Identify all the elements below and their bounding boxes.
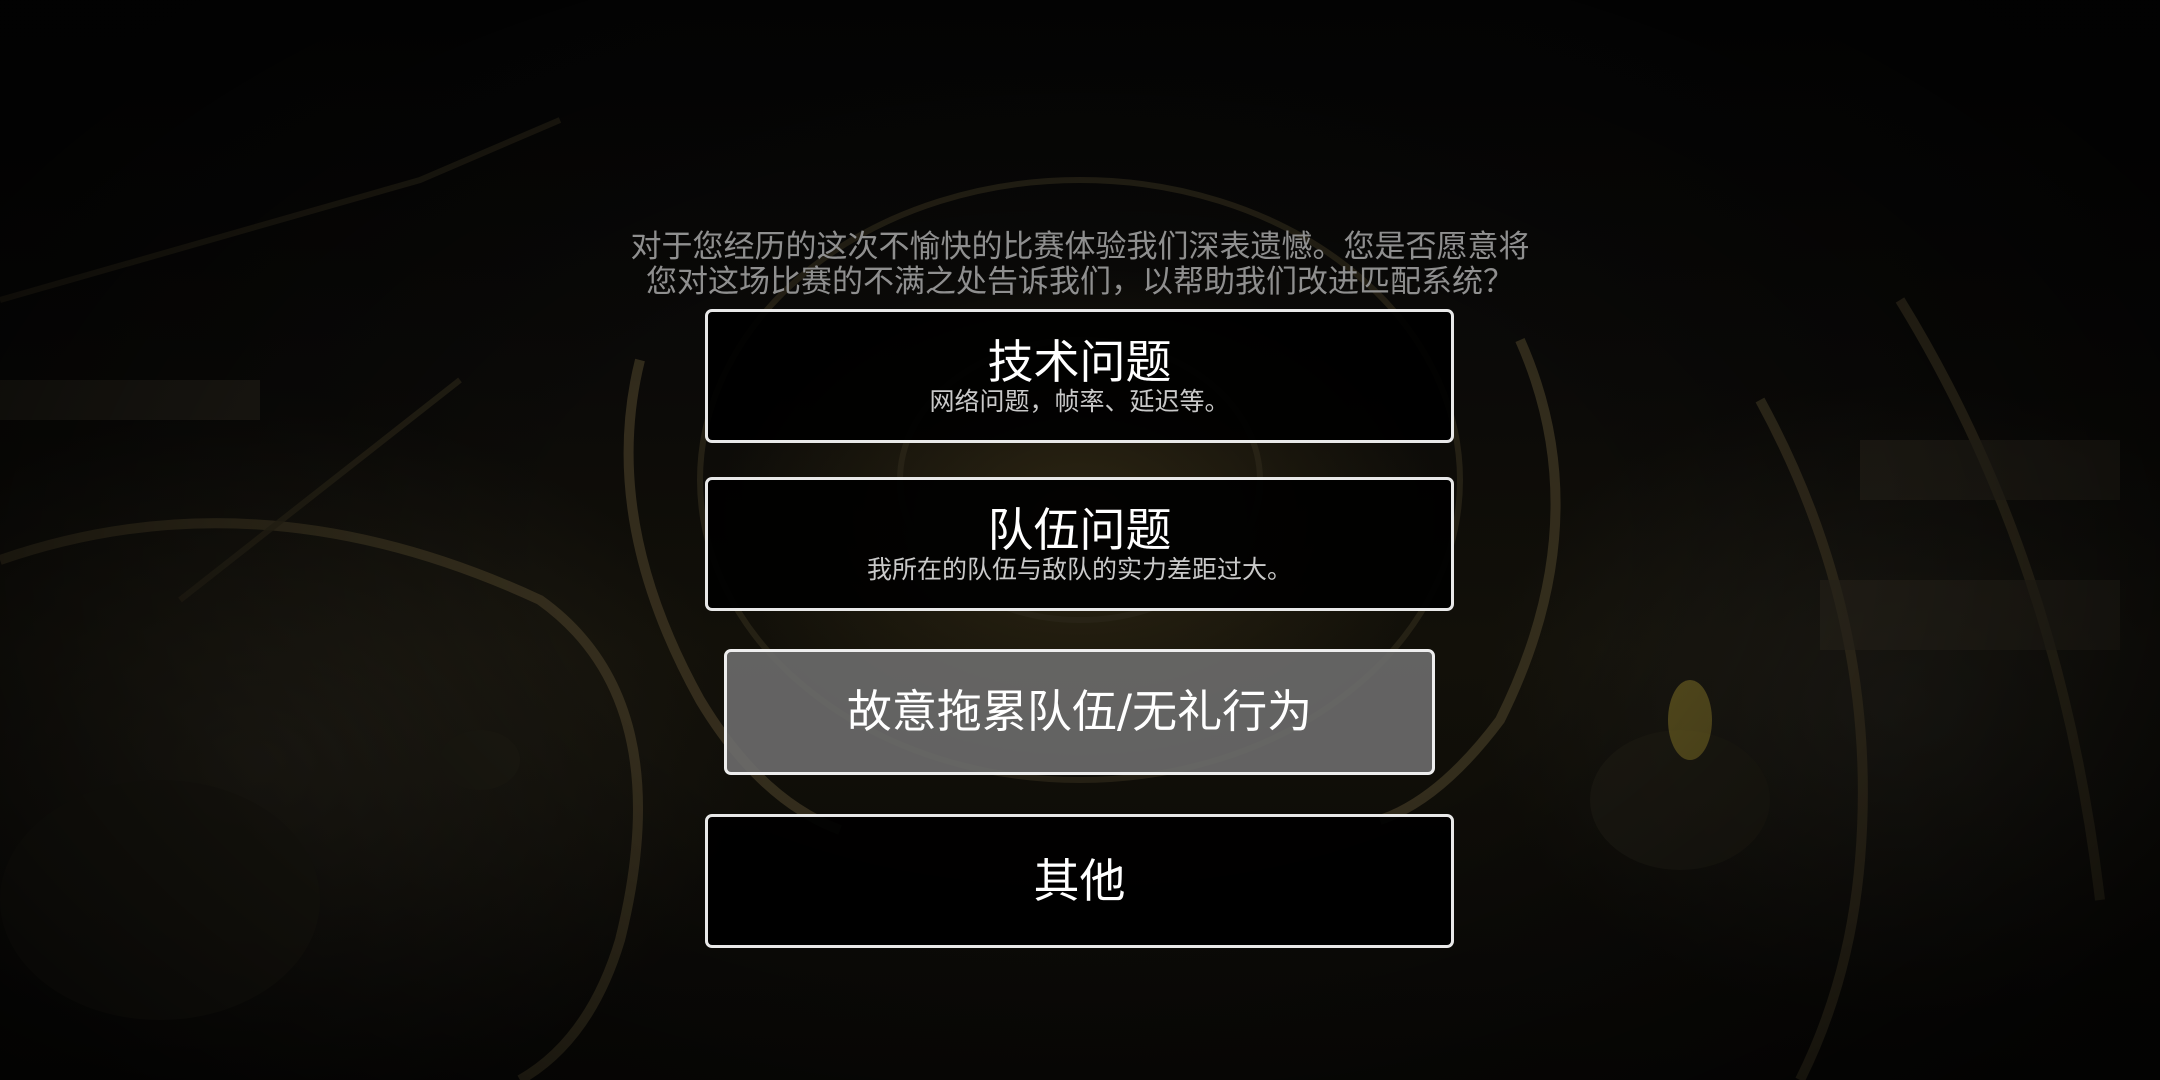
- option-title: 其他: [1033, 854, 1126, 908]
- option-title: 故意拖累队伍/无礼行为: [846, 685, 1313, 738]
- feedback-screen: 对于您经历的这次不愉快的比赛体验我们深表遗憾。您是否愿意将 您对这场比赛的不满之…: [0, 0, 2160, 1080]
- option-title: 技术问题: [987, 335, 1172, 389]
- prompt-line-2: 您对这场比赛的不满之处告诉我们，以帮助我们改进匹配系统？: [646, 264, 1514, 300]
- option-title: 队伍问题: [987, 503, 1172, 557]
- griefing-behavior-button[interactable]: 故意拖累队伍/无礼行为: [724, 649, 1435, 775]
- prompt-line-1: 对于您经历的这次不愉快的比赛体验我们深表遗憾。您是否愿意将: [630, 229, 1530, 265]
- option-description: 我所在的队伍与敌队的实力差距过大。: [866, 555, 1292, 584]
- team-issue-button[interactable]: 队伍问题 我所在的队伍与敌队的实力差距过大。: [705, 477, 1454, 611]
- feedback-prompt: 对于您经历的这次不愉快的比赛体验我们深表遗憾。您是否愿意将 您对这场比赛的不满之…: [480, 230, 1680, 300]
- option-description: 网络问题，帧率、延迟等。: [929, 387, 1230, 416]
- other-button[interactable]: 其他: [705, 814, 1454, 948]
- technical-issue-button[interactable]: 技术问题 网络问题，帧率、延迟等。: [705, 309, 1454, 443]
